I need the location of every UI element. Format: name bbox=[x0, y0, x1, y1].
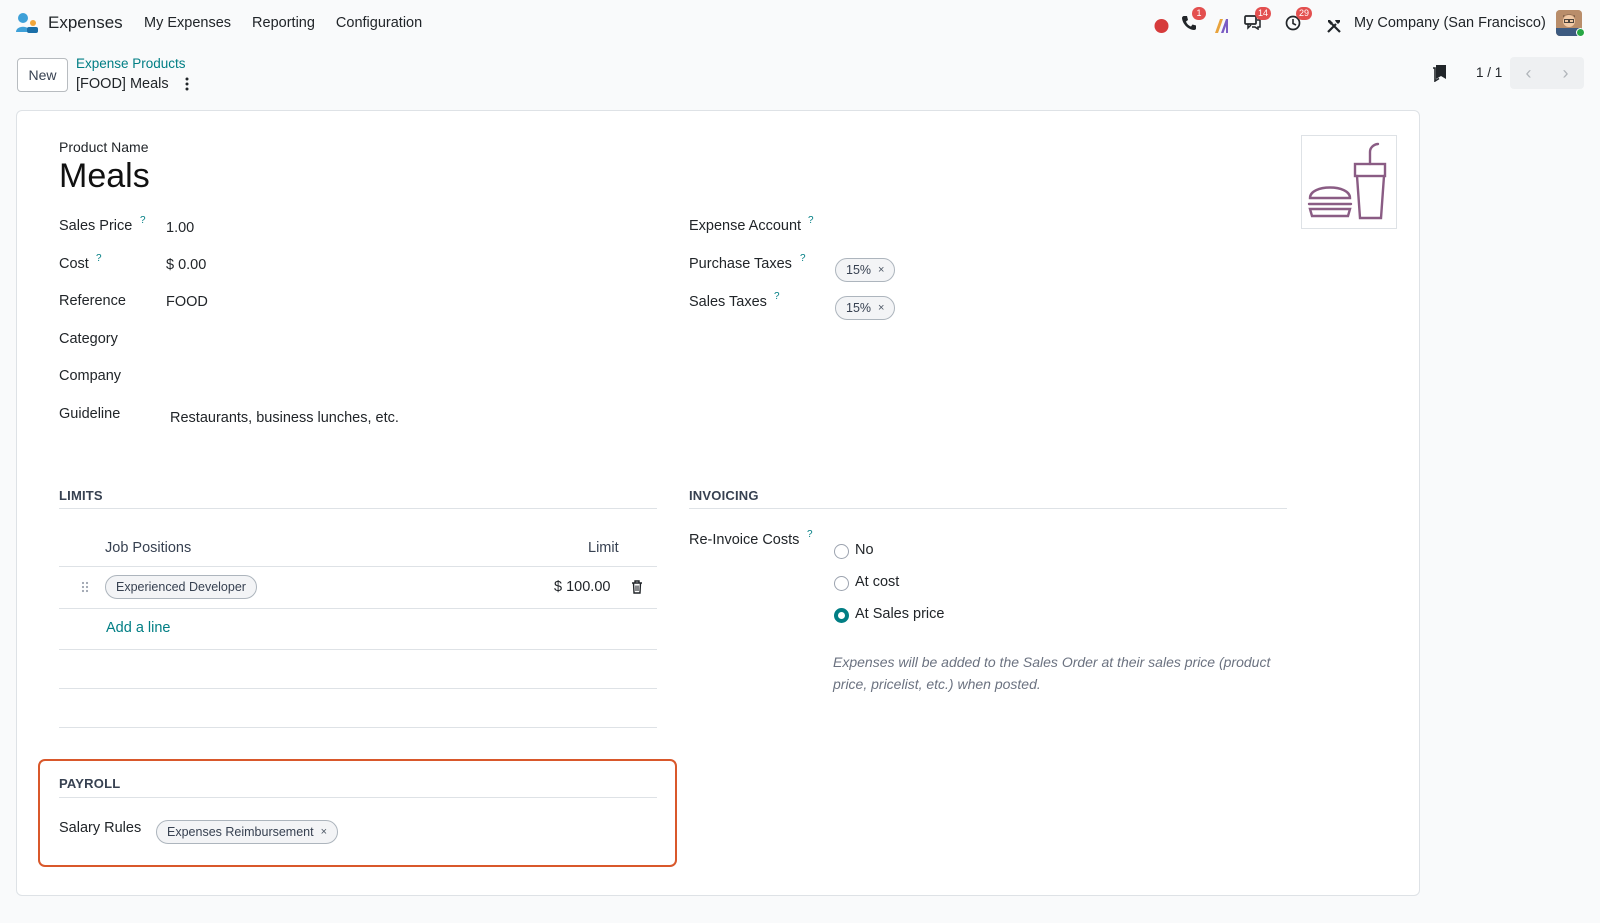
limits-section-title: LIMITS bbox=[59, 488, 103, 503]
menu-reporting[interactable]: Reporting bbox=[252, 15, 315, 31]
job-position-tag-label: Experienced Developer bbox=[116, 580, 246, 594]
purchase-tax-tag-label: 15% bbox=[846, 263, 872, 277]
actions-menu-icon[interactable] bbox=[183, 76, 191, 92]
purchase-taxes-help-icon[interactable]: ? bbox=[800, 253, 806, 264]
radio-no[interactable] bbox=[834, 544, 849, 559]
cost-label: Cost bbox=[59, 256, 89, 272]
radio-at-sales-price[interactable] bbox=[834, 608, 849, 623]
ai-icon[interactable] bbox=[1214, 15, 1232, 37]
product-image[interactable] bbox=[1301, 135, 1397, 229]
radio-at-cost[interactable] bbox=[834, 576, 849, 591]
remove-tag-icon[interactable]: × bbox=[878, 264, 884, 276]
tools-icon[interactable] bbox=[1326, 15, 1342, 37]
activities-systray[interactable]: 29 bbox=[1285, 7, 1313, 34]
reference-label: Reference bbox=[59, 293, 126, 309]
expenses-app-icon[interactable] bbox=[15, 12, 39, 34]
cost-help-icon[interactable]: ? bbox=[96, 253, 102, 264]
sales-price-field[interactable]: 1.00 bbox=[166, 220, 194, 236]
chevron-left-icon: ‹ bbox=[1525, 62, 1532, 83]
pager-next-button[interactable]: › bbox=[1547, 57, 1584, 89]
online-status-dot bbox=[1576, 28, 1585, 37]
sales-price-label: Sales Price bbox=[59, 218, 133, 234]
trash-icon[interactable] bbox=[631, 580, 643, 594]
product-name-label: Product Name bbox=[59, 139, 149, 155]
expense-account-help-icon[interactable]: ? bbox=[808, 215, 814, 226]
radio-at-cost-label[interactable]: At cost bbox=[855, 574, 899, 590]
expense-account-label: Expense Account bbox=[689, 218, 802, 234]
purchase-taxes-label: Purchase Taxes bbox=[689, 256, 792, 272]
radio-no-label[interactable]: No bbox=[855, 542, 874, 558]
sales-taxes-help-icon[interactable]: ? bbox=[774, 291, 780, 302]
breadcrumb-expense-products[interactable]: Expense Products bbox=[76, 56, 186, 71]
phone-systray[interactable]: 1 bbox=[1181, 7, 1206, 34]
messages-systray[interactable]: 14 bbox=[1244, 7, 1272, 34]
product-name-input[interactable]: Meals bbox=[59, 157, 150, 196]
row-divider bbox=[59, 688, 657, 689]
top-navbar: Expenses My Expenses Reporting Configura… bbox=[0, 0, 1600, 46]
purchase-tax-tag[interactable]: 15% × bbox=[835, 258, 896, 282]
pager-value[interactable]: 1 / 1 bbox=[1476, 65, 1502, 80]
invoicing-divider bbox=[689, 508, 1287, 509]
menu-my-expenses[interactable]: My Expenses bbox=[144, 15, 231, 31]
remove-tag-icon[interactable]: × bbox=[878, 302, 884, 314]
sales-price-help-icon[interactable]: ? bbox=[140, 215, 146, 226]
new-button[interactable]: New bbox=[17, 58, 68, 92]
reinvoice-costs-help-icon[interactable]: ? bbox=[807, 529, 813, 540]
phone-badge: 1 bbox=[1192, 7, 1206, 20]
radio-at-sales-price-label[interactable]: At Sales price bbox=[855, 606, 944, 622]
invoicing-section-title: INVOICING bbox=[689, 488, 759, 503]
sales-tax-tag-label: 15% bbox=[846, 301, 872, 315]
breadcrumb-current-record: [FOOD] Meals bbox=[76, 76, 169, 92]
table-row[interactable]: Experienced Developer $ 100.00 bbox=[59, 567, 657, 608]
sales-tax-tag[interactable]: 15% × bbox=[835, 296, 896, 320]
limits-divider bbox=[59, 508, 657, 509]
main-menu: My Expenses Reporting Configuration bbox=[144, 15, 422, 31]
menu-configuration[interactable]: Configuration bbox=[336, 15, 422, 31]
company-switcher[interactable]: My Company (San Francisco) bbox=[1354, 15, 1546, 31]
expense-account-field[interactable] bbox=[835, 215, 1285, 237]
guideline-label: Guideline bbox=[59, 406, 121, 422]
pager-buttons: ‹ › bbox=[1510, 57, 1584, 89]
bookmark-icon[interactable] bbox=[1432, 64, 1448, 82]
job-positions-column-header[interactable]: Job Positions bbox=[105, 540, 191, 556]
chevron-right-icon: › bbox=[1562, 62, 1569, 83]
company-field[interactable] bbox=[166, 368, 646, 386]
add-a-line-link[interactable]: Add a line bbox=[106, 620, 171, 636]
guideline-field[interactable]: Restaurants, business lunches, etc. bbox=[170, 410, 399, 426]
limit-column-header[interactable]: Limit bbox=[588, 540, 619, 556]
payroll-highlight-box bbox=[38, 759, 677, 867]
burger-drink-icon bbox=[1307, 142, 1387, 220]
recording-icon[interactable] bbox=[1154, 15, 1169, 37]
job-position-tag[interactable]: Experienced Developer bbox=[105, 575, 257, 599]
reinvoice-costs-label: Re-Invoice Costs bbox=[689, 532, 800, 548]
cost-field[interactable]: $ 0.00 bbox=[166, 257, 206, 273]
category-field[interactable] bbox=[166, 331, 646, 349]
reinvoice-help-note: Expenses will be added to the Sales Orde… bbox=[833, 654, 1271, 692]
sales-taxes-label: Sales Taxes bbox=[689, 294, 767, 310]
limit-value[interactable]: $ 100.00 bbox=[554, 579, 610, 595]
row-divider bbox=[59, 727, 657, 728]
app-name[interactable]: Expenses bbox=[48, 13, 123, 33]
pager-previous-button[interactable]: ‹ bbox=[1510, 57, 1547, 89]
category-label: Category bbox=[59, 331, 118, 347]
row-divider bbox=[59, 608, 657, 609]
row-divider bbox=[59, 649, 657, 650]
reference-field[interactable]: FOOD bbox=[166, 294, 208, 310]
company-label: Company bbox=[59, 368, 122, 384]
drag-handle-icon[interactable] bbox=[81, 581, 89, 593]
messages-badge: 14 bbox=[1255, 7, 1272, 20]
activities-badge: 29 bbox=[1296, 7, 1313, 20]
